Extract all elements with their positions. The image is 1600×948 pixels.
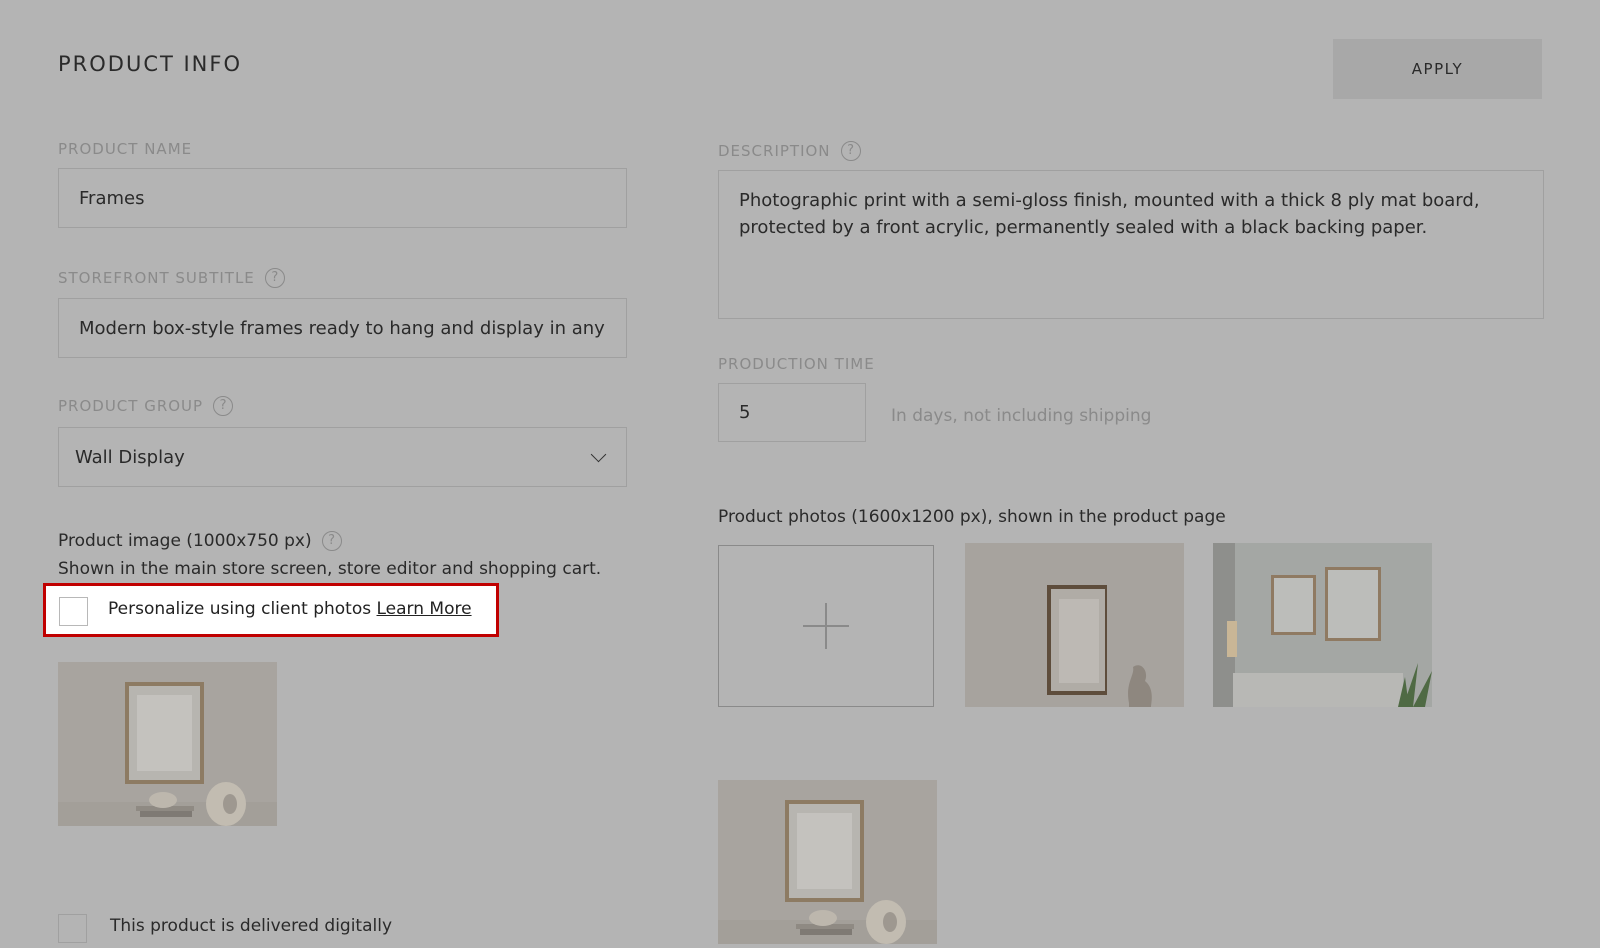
production-time-label: PRODUCTION TIME xyxy=(718,355,875,373)
chevron-down-icon xyxy=(590,446,607,462)
question-mark-icon[interactable]: ? xyxy=(264,268,285,288)
question-mark-icon[interactable]: ? xyxy=(840,141,861,161)
storefront-subtitle-label: STOREFRONT SUBTITLE ? xyxy=(58,268,285,288)
product-name-input[interactable]: Frames xyxy=(58,168,627,228)
product-photos-title: Product photos (1600x1200 px), shown in … xyxy=(718,507,1226,527)
personalize-label: Personalize using client photos Learn Mo… xyxy=(108,599,472,619)
personalize-checkbox[interactable] xyxy=(59,597,88,626)
apply-button[interactable]: APPLY xyxy=(1333,39,1542,99)
production-time-input[interactable]: 5 xyxy=(718,383,866,442)
learn-more-link[interactable]: Learn More xyxy=(377,599,472,619)
question-mark-icon[interactable]: ? xyxy=(321,531,342,551)
product-group-label: PRODUCT GROUP ? xyxy=(58,396,234,416)
digital-delivery-label: This product is delivered digitally xyxy=(110,916,393,936)
description-textarea[interactable]: Photographic print with a semi-gloss fin… xyxy=(718,170,1544,319)
product-image-subtitle: Shown in the main store screen, store ed… xyxy=(58,559,602,579)
add-photo-button[interactable] xyxy=(718,545,934,707)
product-photo-thumbnail[interactable] xyxy=(1213,543,1432,707)
product-image-title: Product image (1000x750 px) ? xyxy=(58,531,342,551)
description-label: DESCRIPTION ? xyxy=(718,141,861,161)
digital-delivery-checkbox[interactable] xyxy=(58,914,87,943)
product-group-select[interactable]: Wall Display xyxy=(58,427,627,487)
product-photo-thumbnail[interactable] xyxy=(718,780,937,944)
product-name-label: PRODUCT NAME xyxy=(58,140,193,158)
product-photo-thumbnail[interactable] xyxy=(965,543,1184,707)
storefront-subtitle-input[interactable]: Modern box-style frames ready to hang an… xyxy=(58,298,627,358)
product-image-thumbnail[interactable] xyxy=(58,662,277,826)
page-title: PRODUCT INFO xyxy=(58,52,243,76)
production-time-hint: In days, not including shipping xyxy=(891,406,1152,426)
plus-icon xyxy=(803,603,849,649)
personalize-option: Personalize using client photos Learn Mo… xyxy=(43,583,499,637)
question-mark-icon[interactable]: ? xyxy=(213,396,234,416)
